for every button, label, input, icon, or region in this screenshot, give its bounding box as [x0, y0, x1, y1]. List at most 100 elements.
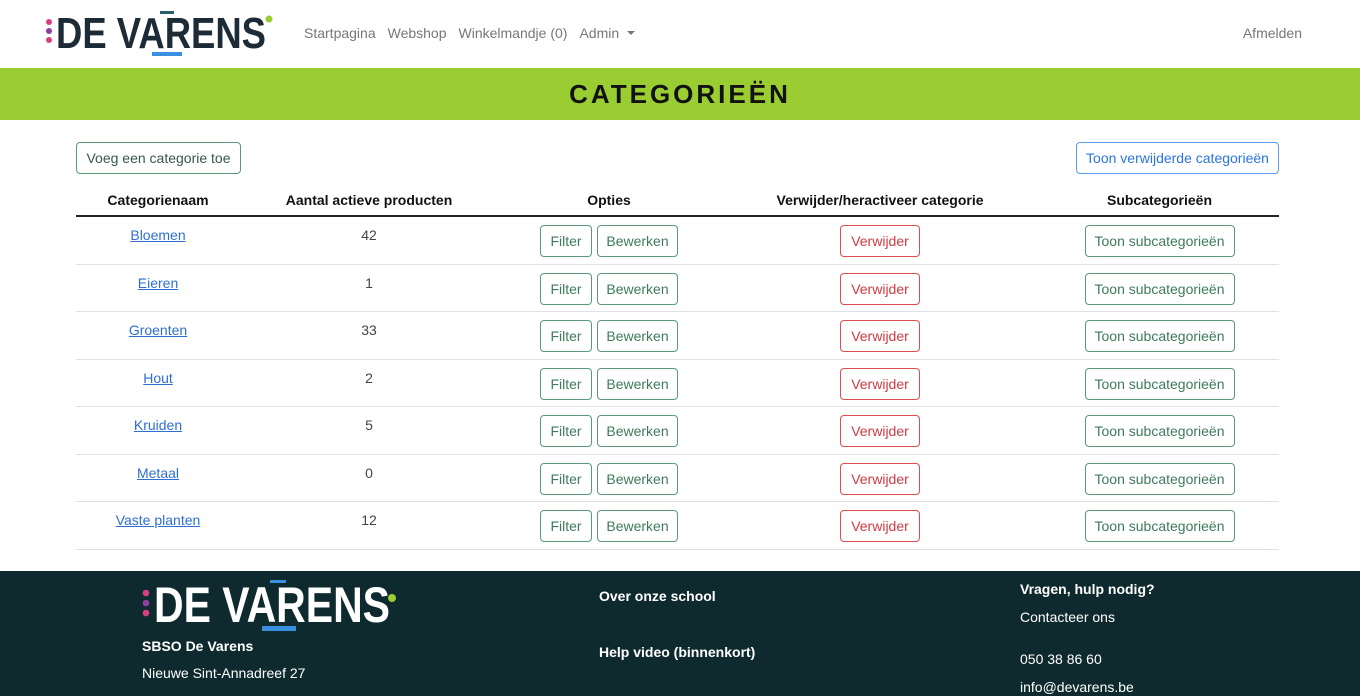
filter-button[interactable]: Filter — [540, 225, 592, 257]
top-navbar: DE VARENS Startpagina Webshop Winkelmand… — [0, 0, 1360, 68]
filter-button[interactable]: Filter — [540, 510, 592, 542]
filter-button[interactable]: Filter — [540, 462, 592, 495]
category-link[interactable]: Bloemen — [130, 227, 185, 243]
table-row: Hout 2 Filter Bewerken Verwijder Toon sub… — [76, 360, 1279, 407]
logo-green-dot — [265, 15, 273, 23]
footer-logo-wordmark: DE VARENS — [154, 578, 390, 633]
edit-button[interactable]: Bewerken — [597, 272, 678, 305]
category-link[interactable]: Hout — [143, 370, 173, 386]
edit-button[interactable]: Bewerken — [597, 462, 678, 495]
table-row: Kruiden 5 Filter Bewerken Verwijder Toon … — [76, 407, 1279, 455]
footer-email[interactable]: info@devarens.be — [1020, 678, 1134, 696]
delete-button[interactable]: Verwijder — [840, 367, 920, 400]
logo-dash — [160, 11, 174, 14]
show-subcategories-button[interactable]: Toon subcategorieën — [1084, 320, 1235, 352]
delete-button[interactable]: Verwijder — [840, 320, 920, 352]
delete-cell: Verwijder — [720, 217, 1040, 265]
show-subcategories-button[interactable]: Toon subcategorieën — [1084, 272, 1235, 305]
page-banner: CATEGORIEËN — [0, 68, 1360, 120]
subcategories-cell: Toon subcategorieën — [1040, 265, 1279, 312]
active-product-count: 1 — [240, 265, 498, 312]
logo-wordmark: DE VARENS — [56, 9, 266, 58]
filter-button[interactable]: Filter — [540, 415, 592, 447]
footer-school-name: SBSO De Varens — [142, 638, 254, 654]
subcategories-cell: Toon subcategorieën — [1040, 502, 1279, 550]
active-product-count: 42 — [240, 217, 498, 265]
delete-button[interactable]: Verwijder — [840, 510, 920, 542]
category-link[interactable]: Kruiden — [134, 417, 182, 433]
show-subcategories-button[interactable]: Toon subcategorieën — [1084, 510, 1235, 542]
add-category-button[interactable]: Voeg een categorie toe — [76, 142, 241, 174]
show-subcategories-button[interactable]: Toon subcategorieën — [1084, 225, 1235, 257]
filter-button[interactable]: Filter — [540, 272, 592, 305]
category-link[interactable]: Metaal — [137, 465, 179, 481]
nav-link-cart[interactable]: Winkelmandje (0) — [459, 24, 568, 42]
logo-dot — [142, 589, 150, 597]
de-varens-logo[interactable]: DE VARENS — [44, 9, 276, 61]
category-link[interactable]: Groenten — [129, 322, 187, 338]
footer-link-help-video[interactable]: Help video (binnenkort) — [599, 643, 755, 661]
show-subcategories-button[interactable]: Toon subcategorieën — [1084, 462, 1235, 495]
logo-dot — [142, 609, 150, 617]
delete-cell: Verwijder — [720, 312, 1040, 360]
table-row: Bloemen 42 Filter Bewerken Verwijder Toon… — [76, 217, 1279, 265]
column-header-options: Opties — [498, 184, 720, 217]
footer-link-about-school[interactable]: Over onze school — [599, 587, 716, 605]
table-row: Vaste planten 12 Filter Bewerken Verwijde… — [76, 502, 1279, 550]
logo-dot — [46, 19, 52, 25]
category-name-cell: Eieren — [76, 265, 240, 312]
column-header-name: Categorienaam — [76, 184, 240, 217]
category-name-cell: Vaste planten — [76, 502, 240, 550]
category-name-cell: Groenten — [76, 312, 240, 360]
edit-button[interactable]: Bewerken — [597, 320, 678, 352]
show-subcategories-button[interactable]: Toon subcategorieën — [1084, 367, 1235, 400]
delete-button[interactable]: Verwijder — [840, 225, 920, 257]
nav-link-startpagina[interactable]: Startpagina — [304, 24, 376, 42]
logo-bar — [262, 626, 296, 631]
active-product-count: 12 — [240, 502, 498, 550]
edit-button[interactable]: Bewerken — [597, 415, 678, 447]
delete-button[interactable]: Verwijder — [840, 462, 920, 495]
logo-dot — [46, 28, 52, 34]
delete-cell: Verwijder — [720, 502, 1040, 550]
active-product-count: 5 — [240, 407, 498, 455]
delete-button[interactable]: Verwijder — [840, 272, 920, 305]
delete-cell: Verwijder — [720, 407, 1040, 455]
filter-button[interactable]: Filter — [540, 320, 592, 352]
table-row: Metaal 0 Filter Bewerken Verwijder Toon s… — [76, 455, 1279, 502]
column-header-active-products: Aantal actieve producten — [240, 184, 498, 217]
footer-contact-link[interactable]: Contacteer ons — [1020, 608, 1115, 626]
show-deleted-categories-button[interactable]: Toon verwijderde categorieën — [1076, 142, 1279, 174]
delete-button[interactable]: Verwijder — [840, 415, 920, 447]
table-row: Eieren 1 Filter Bewerken Verwijder Toon s… — [76, 265, 1279, 312]
edit-button[interactable]: Bewerken — [597, 225, 678, 257]
category-link[interactable]: Eieren — [138, 275, 178, 291]
delete-cell: Verwijder — [720, 360, 1040, 407]
options-cell: Filter Bewerken — [498, 217, 720, 265]
category-name-cell: Bloemen — [76, 217, 240, 265]
options-cell: Filter Bewerken — [498, 360, 720, 407]
edit-button[interactable]: Bewerken — [597, 367, 678, 400]
subcategories-cell: Toon subcategorieën — [1040, 312, 1279, 360]
footer-address: Nieuwe Sint-Annadreef 27 — [142, 665, 306, 681]
main-nav: Startpagina Webshop Winkelmandje (0) Adm… — [304, 24, 636, 42]
delete-cell: Verwijder — [720, 455, 1040, 502]
nav-admin-dropdown[interactable]: Admin — [579, 24, 636, 42]
logo-dot — [46, 37, 52, 43]
site-footer: DE VARENS SBSO De Varens Nieuwe Sint-Ann… — [0, 571, 1360, 696]
category-name-cell: Kruiden — [76, 407, 240, 455]
active-product-count: 33 — [240, 312, 498, 360]
filter-button[interactable]: Filter — [540, 367, 592, 400]
show-subcategories-button[interactable]: Toon subcategorieën — [1084, 415, 1235, 447]
logout-link[interactable]: Afmelden — [1243, 24, 1302, 42]
nav-link-webshop[interactable]: Webshop — [388, 24, 447, 42]
delete-cell: Verwijder — [720, 265, 1040, 312]
category-name-cell: Metaal — [76, 455, 240, 502]
column-header-subcategories: Subcategorieën — [1040, 184, 1279, 217]
column-header-delete-reactivate: Verwijder/heractiveer categorie — [720, 184, 1040, 217]
edit-button[interactable]: Bewerken — [597, 510, 678, 542]
category-link[interactable]: Vaste planten — [116, 512, 201, 528]
subcategories-cell: Toon subcategorieën — [1040, 455, 1279, 502]
footer-contact-heading: Vragen, hulp nodig? — [1020, 581, 1155, 597]
logo-dash — [270, 580, 286, 583]
